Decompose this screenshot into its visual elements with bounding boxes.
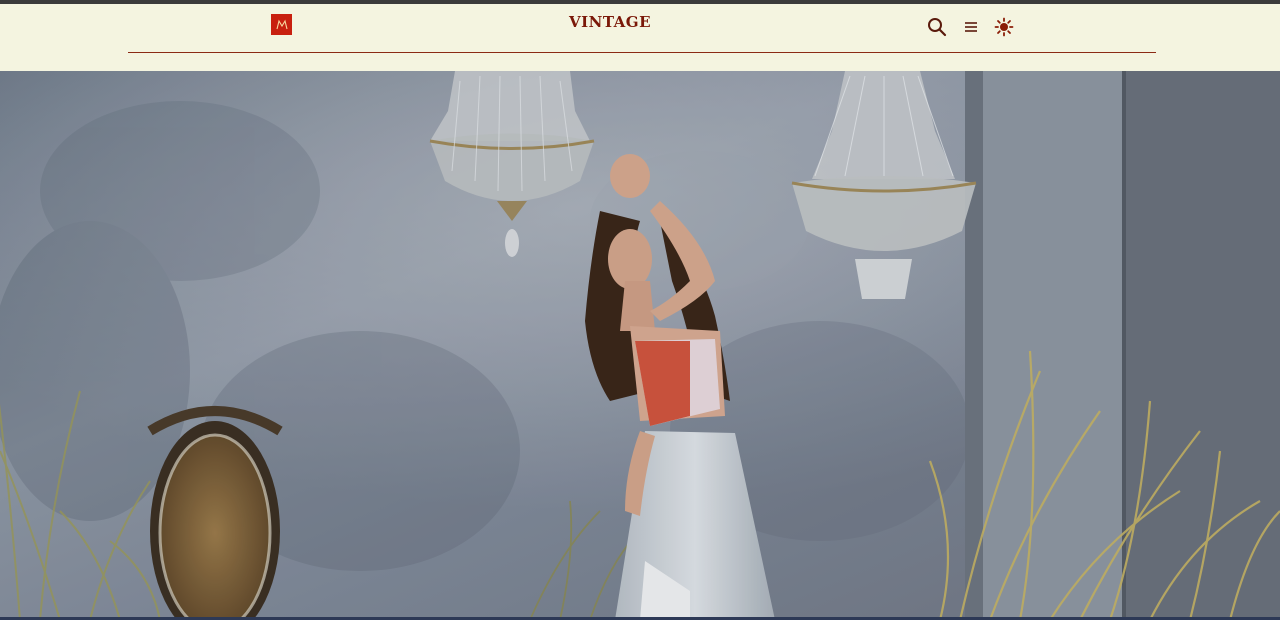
hero-photo bbox=[0, 71, 1280, 620]
brand-name[interactable]: VINTAGE bbox=[560, 13, 660, 31]
site-header: VINTAGE bbox=[0, 4, 1280, 71]
search-icon[interactable] bbox=[926, 16, 948, 38]
menu-icon[interactable] bbox=[960, 16, 982, 38]
page: VINTAGE bbox=[0, 0, 1280, 620]
brand-logo-icon[interactable] bbox=[271, 14, 292, 35]
sun-icon[interactable] bbox=[993, 16, 1015, 38]
hero-image bbox=[0, 71, 1280, 620]
header-divider bbox=[128, 52, 1156, 53]
